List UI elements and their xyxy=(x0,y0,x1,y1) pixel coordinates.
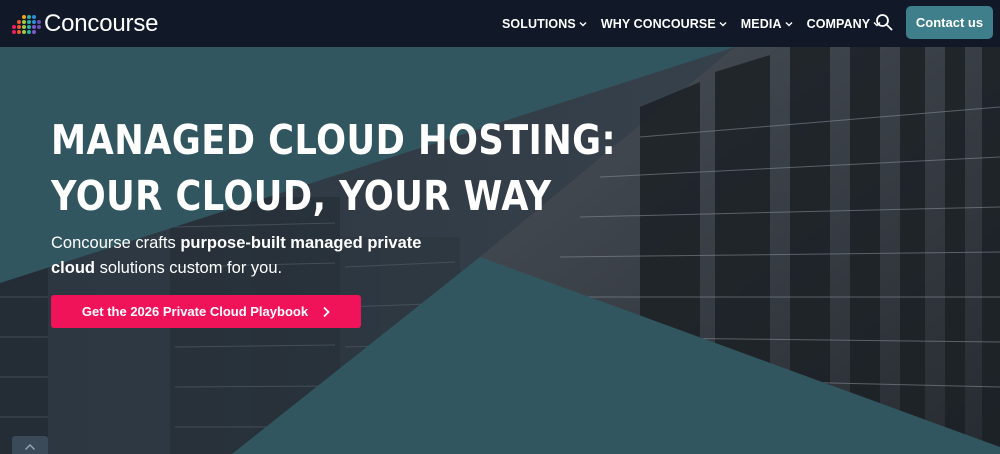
hero-subtitle-suffix: solutions custom for you. xyxy=(95,259,283,277)
chevron-right-icon xyxy=(323,306,330,317)
nav-media[interactable]: MEDIA xyxy=(741,17,793,31)
nav-company-label: COMPANY xyxy=(806,16,871,31)
chevron-down-icon xyxy=(579,21,587,26)
logo[interactable]: Concourse xyxy=(12,10,158,38)
nav-why-concourse-label: WHY CONCOURSE xyxy=(600,16,716,31)
scroll-to-top-button[interactable] xyxy=(12,436,48,454)
logo-text: Concourse xyxy=(44,10,159,37)
chevron-down-icon xyxy=(785,21,793,26)
logo-dots-icon xyxy=(12,13,42,35)
hero-headline-line-2: YOUR CLOUD, YOUR WAY xyxy=(51,172,552,220)
hero-subtitle-prefix: Concourse crafts xyxy=(51,234,181,252)
nav-solutions-label: SOLUTIONS xyxy=(502,16,576,31)
hero-headline: MANAGED CLOUD HOSTING: YOUR CLOUD, YOUR … xyxy=(51,112,616,224)
hero-headline-line-1: MANAGED CLOUD HOSTING: xyxy=(51,116,617,164)
hero-subtitle: Concourse crafts purpose-built managed p… xyxy=(51,231,451,281)
chevron-up-icon xyxy=(25,444,35,450)
playbook-cta-button[interactable]: Get the 2026 Private Cloud Playbook xyxy=(51,295,361,328)
nav-media-label: MEDIA xyxy=(740,16,782,31)
nav-solutions[interactable]: SOLUTIONS xyxy=(502,17,587,31)
nav-why-concourse[interactable]: WHY CONCOURSE xyxy=(601,17,727,31)
chevron-down-icon xyxy=(719,21,727,26)
main-nav: SOLUTIONS WHY CONCOURSE MEDIA COMPANY xyxy=(502,0,895,47)
site-header: Concourse SOLUTIONS WHY CONCOURSE MEDIA … xyxy=(0,0,1000,47)
nav-company[interactable]: COMPANY xyxy=(807,17,882,31)
search-icon[interactable] xyxy=(875,13,893,31)
contact-us-button[interactable]: Contact us xyxy=(906,6,993,39)
hero-section: MANAGED CLOUD HOSTING: YOUR CLOUD, YOUR … xyxy=(0,47,1000,454)
playbook-cta-label: Get the 2026 Private Cloud Playbook xyxy=(81,304,309,319)
